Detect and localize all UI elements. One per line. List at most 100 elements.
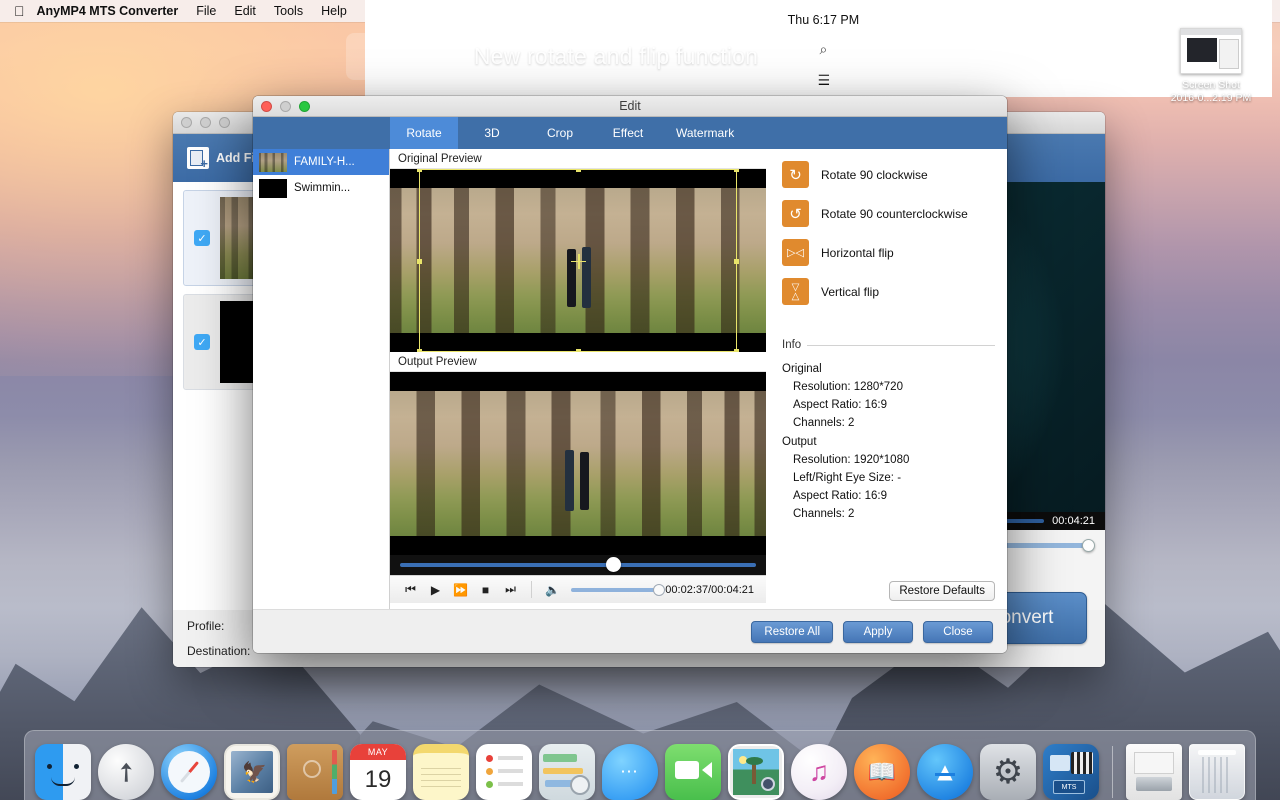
tab-effect[interactable]: Effect (594, 117, 662, 149)
dock-item-notes[interactable] (413, 744, 469, 800)
calendar-day: 19 (350, 760, 406, 800)
dock-divider (1112, 746, 1113, 798)
option-rotate-counterclockwise[interactable]: ↺ Rotate 90 counterclockwise (782, 200, 995, 227)
menu-help[interactable]: Help (321, 4, 347, 18)
dock-item-maps[interactable] (539, 744, 595, 800)
tab-3d[interactable]: 3D (458, 117, 526, 149)
dock-item-reminders[interactable] (476, 744, 532, 800)
option-rotate-clockwise[interactable]: ↻ Rotate 90 clockwise (782, 161, 995, 188)
file-thumbnail (259, 179, 287, 198)
info-output-aspect: Aspect Ratio: 16:9 (782, 487, 995, 505)
stop-icon[interactable]: ■ (473, 583, 498, 597)
edit-dialog-titlebar[interactable]: Edit (253, 96, 1007, 117)
crop-handle-bottom-right[interactable] (734, 349, 739, 352)
edit-volume-knob[interactable] (653, 584, 665, 596)
close-button[interactable]: Close (923, 621, 993, 643)
file-checkbox[interactable]: ✓ (194, 230, 210, 246)
dock-item-downloads[interactable] (1126, 744, 1182, 800)
dock-item-contacts[interactable] (287, 744, 343, 800)
dock-item-facetime[interactable] (665, 744, 721, 800)
tab-watermark[interactable]: Watermark (662, 117, 748, 149)
option-label: Rotate 90 counterclockwise (821, 207, 968, 221)
info-original-header: Original (782, 360, 995, 378)
menubar-app-name[interactable]: AnyMP4 MTS Converter (37, 4, 179, 18)
apple-menu-icon[interactable]:  (14, 4, 25, 18)
promo-banner: New rotate and flip function (346, 33, 886, 80)
tab-rotate[interactable]: Rotate (390, 117, 458, 149)
option-horizontal-flip[interactable]: ▷◁ Horizontal flip (782, 239, 995, 266)
dock-item-photos[interactable] (728, 744, 784, 800)
original-preview-video[interactable] (390, 169, 766, 352)
info-original-channels: Channels: 2 (782, 414, 995, 432)
skip-previous-icon[interactable]: ⏮ (398, 582, 423, 597)
skip-next-icon[interactable]: ⏭ (498, 582, 523, 597)
edit-content: FAMILY-H... Swimmin... Original Preview (253, 149, 1007, 609)
crop-handle-top-right[interactable] (734, 169, 739, 172)
crop-handle-left-center[interactable] (417, 259, 422, 264)
edit-transport-controls: ⏮ ▶ ⏩ ■ ⏭ 🔈 00:02:37/00:04:21 (390, 575, 766, 603)
crop-handle-top-center[interactable] (576, 169, 581, 172)
crop-handle-top-left[interactable] (417, 169, 422, 172)
edit-file-item-1[interactable]: FAMILY-H... (253, 149, 389, 175)
tab-crop[interactable]: Crop (526, 117, 594, 149)
main-duration-label: 00:04:21 (1052, 515, 1095, 527)
volume-icon[interactable]: 🔈 (540, 583, 565, 597)
crop-handle-right-center[interactable] (734, 259, 739, 264)
menu-bar:  AnyMP4 MTS Converter File Edit Tools H… (0, 0, 1280, 22)
option-label: Horizontal flip (821, 246, 894, 260)
person-figure (565, 450, 574, 511)
crop-selection-frame[interactable] (419, 169, 737, 352)
play-icon[interactable]: ▶ (423, 583, 448, 597)
edit-dialog-buttons: Restore All Apply Close (253, 609, 1007, 653)
option-vertical-flip[interactable]: ▽△ Vertical flip (782, 278, 995, 305)
destination-label: Destination: (187, 644, 250, 658)
dock-item-messages[interactable]: ⋯ (602, 744, 658, 800)
edit-volume-track[interactable] (571, 588, 661, 592)
edit-seek-bar[interactable] (390, 555, 766, 575)
crop-handle-bottom-left[interactable] (417, 349, 422, 352)
dock-item-itunes[interactable]: ♫ (791, 744, 847, 800)
apply-button[interactable]: Apply (843, 621, 913, 643)
dock-item-mts-converter[interactable]: MTS (1043, 744, 1099, 800)
calendar-month: MAY (350, 744, 406, 760)
desktop-icon-screenshot[interactable]: Screen Shot 2016-0...2.19 PM (1152, 28, 1270, 105)
edit-seek-track[interactable] (400, 563, 756, 567)
output-frame-image (390, 391, 766, 536)
menu-edit[interactable]: Edit (234, 4, 256, 18)
dock-item-finder[interactable] (35, 744, 91, 800)
horizontal-flip-icon: ▷◁ (782, 239, 809, 266)
output-preview-label: Output Preview (390, 352, 766, 372)
dock-item-system-preferences[interactable]: ⚙ (980, 744, 1036, 800)
menubar-clock[interactable]: Thu 6:17 PM (788, 13, 860, 27)
main-volume-knob[interactable] (1082, 539, 1095, 552)
info-header: Info (782, 339, 995, 351)
info-original-resolution: Resolution: 1280*720 (782, 378, 995, 396)
edit-preview-column: Original Preview Outpu (390, 149, 766, 609)
dock-item-calendar[interactable]: MAY 19 (350, 744, 406, 800)
file-checkbox[interactable]: ✓ (194, 334, 210, 350)
crop-handle-bottom-center[interactable] (576, 349, 581, 352)
dock-item-launchpad[interactable]: ➚ (98, 744, 154, 800)
edit-tab-bar: Rotate 3D Crop Effect Watermark (253, 117, 1007, 149)
dock-item-ibooks[interactable]: 📖 (854, 744, 910, 800)
info-output-resolution: Resolution: 1920*1080 (782, 451, 995, 469)
dock-item-safari[interactable] (161, 744, 217, 800)
menu-file[interactable]: File (196, 4, 216, 18)
file-thumbnail (259, 153, 287, 172)
restore-defaults-button[interactable]: Restore Defaults (889, 581, 995, 601)
dock-item-trash[interactable] (1189, 744, 1245, 800)
output-preview-video[interactable] (390, 372, 766, 555)
main-close-button[interactable] (181, 117, 192, 128)
main-minimize-button[interactable] (200, 117, 211, 128)
edit-seek-knob[interactable] (606, 557, 621, 572)
dock-item-app-store[interactable]: ▲ (917, 744, 973, 800)
info-list: Original Resolution: 1280*720 Aspect Rat… (782, 360, 995, 523)
menu-tools[interactable]: Tools (274, 4, 303, 18)
main-zoom-button[interactable] (219, 117, 230, 128)
info-output-header: Output (782, 433, 995, 451)
dock-item-mail[interactable]: 🦅 (224, 744, 280, 800)
edit-file-item-2[interactable]: Swimmin... (253, 175, 389, 201)
option-label: Vertical flip (821, 285, 879, 299)
restore-all-button[interactable]: Restore All (751, 621, 833, 643)
fast-forward-icon[interactable]: ⏩ (448, 583, 473, 597)
